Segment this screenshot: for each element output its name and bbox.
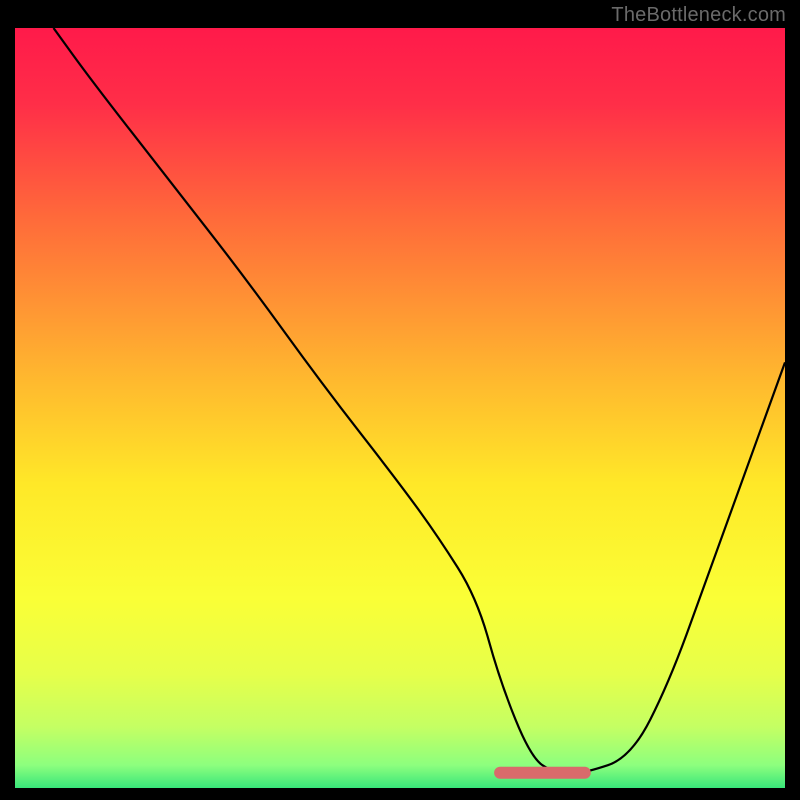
watermark-text: TheBottleneck.com [611, 4, 786, 27]
chart-frame [15, 28, 785, 788]
gradient-background [15, 28, 785, 788]
bottleneck-chart [15, 28, 785, 788]
